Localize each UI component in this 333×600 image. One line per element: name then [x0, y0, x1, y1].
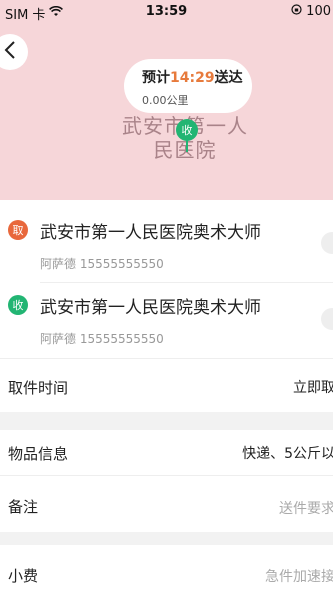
tip-row[interactable]: 小费 急件加速接	[0, 545, 333, 600]
delivery-map-pin: 收	[176, 119, 198, 141]
back-button[interactable]	[0, 34, 28, 70]
pickup-address[interactable]: 取 武安市第一人民医院奥术大师 阿萨德 15555555550	[0, 200, 333, 282]
delivery-title: 武安市第一人民医院奥术大师	[40, 298, 261, 318]
item-info-value: 快递、5公斤以	[242, 446, 333, 462]
eta-prefix: 预计	[142, 70, 170, 86]
eta-text: 预计14:29送达	[142, 67, 243, 87]
card-divider	[0, 358, 333, 359]
address-card: 取 武安市第一人民医院奥术大师 阿萨德 15555555550 收 武安市第一人…	[0, 200, 333, 412]
tip-label: 小费	[8, 567, 39, 585]
orientation-lock-icon	[291, 4, 302, 19]
battery-level: 100	[306, 4, 331, 19]
pickup-time-row[interactable]: 取件时间 立即取	[0, 364, 333, 408]
eta-bubble: 预计14:29送达 0.00公里	[124, 59, 252, 113]
pickup-contact: 阿萨德 15555555550	[40, 257, 164, 271]
item-info-row[interactable]: 物品信息 快递、5公斤以	[0, 430, 333, 475]
map-pin-stem	[186, 140, 188, 152]
remark-label: 备注	[8, 498, 39, 516]
status-bar: SIM 卡 13:59 100	[0, 0, 333, 24]
distance-text: 0.00公里	[142, 94, 189, 107]
tip-input[interactable]: 急件加速接	[265, 566, 333, 586]
remark-input[interactable]: 送件要求	[279, 498, 333, 518]
pickup-time-value: 立即取	[293, 380, 333, 396]
map-view[interactable]: 预计14:29送达 0.00公里 武安市第一人民医院 收	[0, 24, 333, 200]
delivery-contact: 阿萨德 15555555550	[40, 332, 164, 346]
item-info-label: 物品信息	[8, 445, 69, 463]
status-time: 13:59	[145, 4, 188, 19]
eta-time: 14:29	[170, 70, 215, 86]
chevron-left-icon	[3, 40, 17, 64]
delivery-badge: 收	[8, 295, 28, 315]
pickup-edit-icon[interactable]	[321, 232, 333, 254]
remark-row[interactable]: 备注 送件要求	[0, 476, 333, 532]
pickup-title: 武安市第一人民医院奥术大师	[40, 223, 261, 243]
status-right: 100	[291, 4, 331, 19]
delivery-edit-icon[interactable]	[321, 308, 333, 330]
eta-suffix: 送达	[214, 70, 243, 86]
delivery-address[interactable]: 收 武安市第一人民医院奥术大师 阿萨德 15555555550	[0, 283, 333, 358]
pickup-time-label: 取件时间	[8, 379, 69, 397]
pickup-badge: 取	[8, 220, 28, 240]
